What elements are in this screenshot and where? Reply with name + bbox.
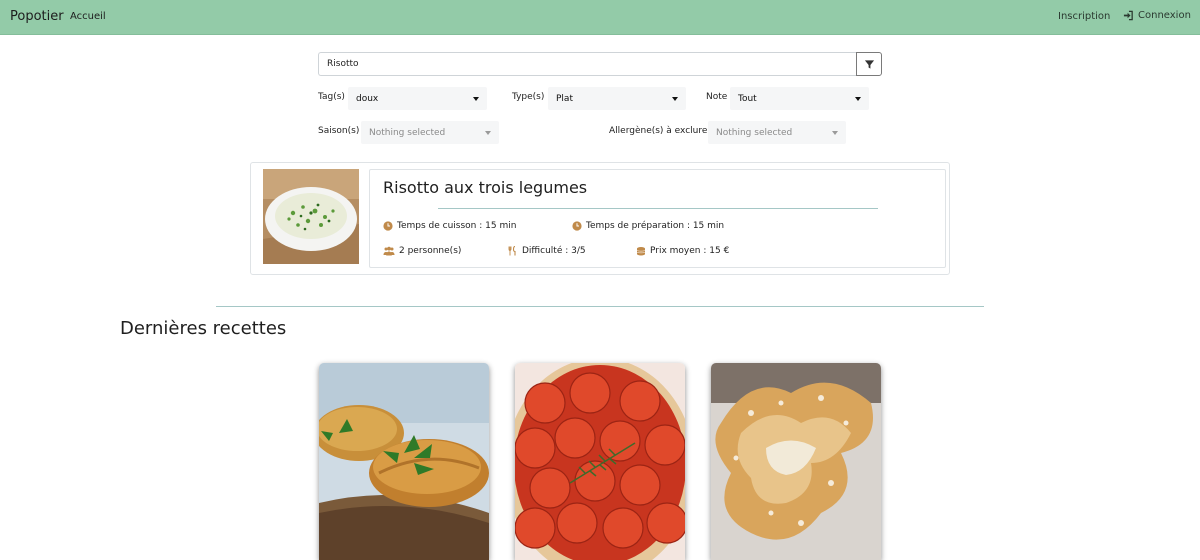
tags-select[interactable]: doux bbox=[348, 87, 487, 110]
chevron-down-icon bbox=[855, 96, 861, 101]
tags-select-value: doux bbox=[356, 93, 379, 104]
cook-time: Temps de cuisson : 15 min bbox=[383, 221, 516, 231]
season-label: Saison(s) bbox=[318, 126, 360, 136]
section-divider bbox=[216, 306, 984, 307]
search-input[interactable] bbox=[318, 52, 857, 76]
tags-label: Tag(s) bbox=[318, 92, 345, 102]
tomato-tart-photo bbox=[515, 363, 685, 560]
nav-link-signup[interactable]: Inscription bbox=[1058, 11, 1110, 22]
note-select-value: Tout bbox=[738, 93, 757, 104]
top-navbar: Popotier Accueil Inscription Connexion bbox=[0, 0, 1200, 35]
recipe-card-empanadas[interactable] bbox=[319, 363, 489, 560]
prep-time-label: Temps de préparation : 15 min bbox=[586, 221, 725, 231]
recipe-card-tomato-tart[interactable] bbox=[515, 363, 685, 560]
allergens-label: Allergène(s) à exclure bbox=[609, 126, 708, 136]
season-select-value: Nothing selected bbox=[369, 127, 446, 138]
note-select[interactable]: Tout bbox=[730, 87, 869, 110]
result-title[interactable]: Risotto aux trois legumes bbox=[383, 178, 587, 197]
chevron-down-icon bbox=[672, 96, 678, 101]
note-label: Note bbox=[706, 92, 728, 102]
servings: 2 personne(s) bbox=[383, 246, 461, 256]
allergens-select-value: Nothing selected bbox=[716, 127, 793, 138]
price-label: Prix moyen : 15 € bbox=[650, 246, 730, 256]
nav-link-login[interactable]: Connexion bbox=[1123, 10, 1191, 21]
title-divider bbox=[438, 208, 878, 209]
clock-icon bbox=[383, 221, 393, 231]
prep-time: Temps de préparation : 15 min bbox=[572, 221, 724, 231]
latest-recipes-title: Dernières recettes bbox=[120, 318, 287, 339]
nav-link-home[interactable]: Accueil bbox=[70, 11, 106, 22]
type-select[interactable]: Plat bbox=[548, 87, 686, 110]
servings-label: 2 personne(s) bbox=[399, 246, 462, 256]
chevron-down-icon bbox=[485, 130, 491, 135]
clock-icon bbox=[572, 221, 582, 231]
nav-login-label: Connexion bbox=[1138, 10, 1191, 21]
type-select-value: Plat bbox=[556, 93, 573, 104]
filter-button[interactable] bbox=[856, 52, 882, 76]
filter-icon bbox=[864, 59, 874, 69]
cutlery-icon bbox=[508, 246, 516, 256]
brand-logo[interactable]: Popotier bbox=[10, 9, 64, 24]
difficulty-label: Difficulté : 3/5 bbox=[522, 246, 586, 256]
price: Prix moyen : 15 € bbox=[636, 246, 729, 256]
season-select[interactable]: Nothing selected bbox=[361, 121, 499, 144]
recipe-card-fried-pastry[interactable] bbox=[711, 363, 881, 560]
empanadas-photo bbox=[319, 363, 489, 560]
users-icon bbox=[383, 246, 395, 256]
sign-in-icon bbox=[1123, 10, 1133, 21]
risotto-photo[interactable] bbox=[263, 169, 359, 264]
difficulty: Difficulté : 3/5 bbox=[508, 246, 586, 256]
chevron-down-icon bbox=[473, 96, 479, 101]
allergens-select[interactable]: Nothing selected bbox=[708, 121, 846, 144]
fried-pastry-photo bbox=[711, 363, 881, 560]
chevron-down-icon bbox=[832, 130, 838, 135]
cook-time-label: Temps de cuisson : 15 min bbox=[397, 221, 517, 231]
type-label: Type(s) bbox=[512, 92, 545, 102]
coins-icon bbox=[636, 247, 646, 256]
